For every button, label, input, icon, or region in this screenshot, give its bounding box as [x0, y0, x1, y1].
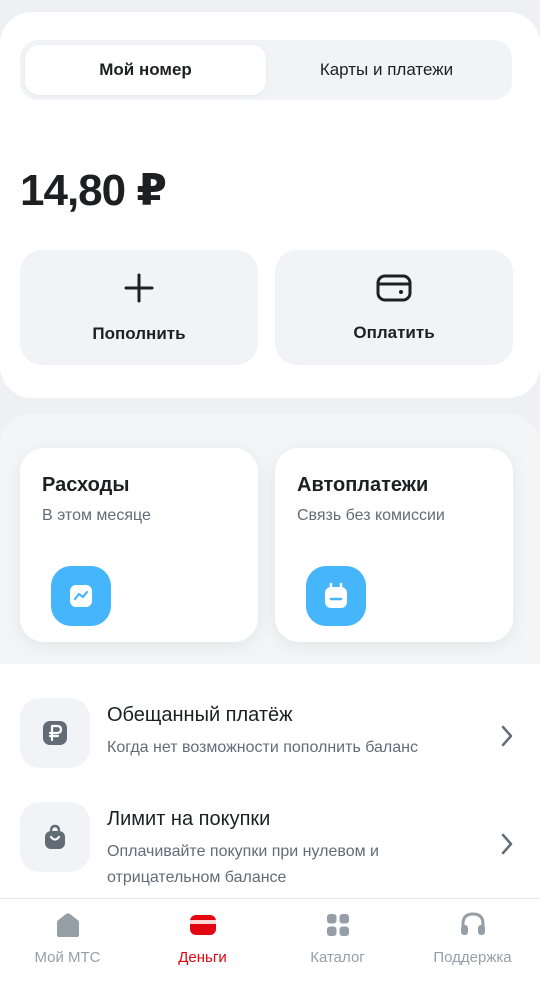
topup-label: Пополнить [92, 324, 186, 343]
grid-icon [322, 909, 354, 941]
promised-payment-text: Обещанный платёж Когда нет возможности п… [107, 698, 477, 761]
nav-label-my-mts: Мой МТС [34, 949, 101, 966]
tab-switcher: Мой номер Карты и платежи [20, 40, 512, 100]
purchase-limit-title: Лимит на покупки [107, 808, 271, 830]
plus-icon [122, 271, 156, 310]
autopay-tile[interactable]: Автоплатежи Связь без комиссии [275, 448, 513, 642]
promised-payment-row[interactable]: Обещанный платёж Когда нет возможности п… [20, 698, 520, 768]
topup-button[interactable]: Пополнить [20, 250, 258, 365]
purchase-limit-row[interactable]: Лимит на покупки Оплачивайте покупки при… [20, 802, 520, 891]
purchase-limit-subtitle: Оплачивайте покупки при нулевом и отрица… [107, 843, 379, 886]
chevron-right-icon [500, 832, 514, 861]
nav-item-catalog[interactable]: Каталог [270, 899, 405, 1000]
pay-label: Оплатить [353, 323, 435, 342]
expenses-subtitle: В этом месяце [42, 507, 151, 524]
money-screen: Мой номер Карты и платежи 14,80 ₽ Пополн… [0, 0, 540, 1000]
chart-icon [51, 566, 111, 626]
balance-amount: 14,80 ₽ [20, 166, 167, 215]
calendar-icon [306, 566, 366, 626]
autopay-subtitle: Связь без комиссии [297, 507, 445, 524]
pay-button[interactable]: Оплатить [275, 250, 513, 365]
nav-item-money[interactable]: Деньги [135, 899, 270, 1000]
expenses-title: Расходы [42, 474, 130, 496]
chevron-right-icon [500, 724, 514, 753]
nav-label-money: Деньги [178, 949, 227, 966]
ruble-icon [20, 698, 90, 768]
expenses-tile[interactable]: Расходы В этом месяце [20, 448, 258, 642]
tab-cards-payments[interactable]: Карты и платежи [266, 45, 507, 95]
purchase-limit-text: Лимит на покупки Оплачивайте покупки при… [107, 802, 477, 891]
bottom-nav: Мой МТС Деньги Каталог Поддержка [0, 898, 540, 1000]
shopping-bag-icon [20, 802, 90, 872]
balance-card: Мой номер Карты и платежи 14,80 ₽ Пополн… [0, 12, 540, 398]
promised-payment-subtitle: Когда нет возможности пополнить баланс [107, 739, 418, 756]
nav-label-support: Поддержка [433, 949, 512, 966]
headset-icon [457, 909, 489, 941]
nav-item-support[interactable]: Поддержка [405, 899, 540, 1000]
nav-item-my-mts[interactable]: Мой МТС [0, 899, 135, 1000]
wallet-icon [375, 272, 413, 309]
promised-payment-title: Обещанный платёж [107, 704, 293, 726]
nav-label-catalog: Каталог [310, 949, 365, 966]
home-icon [52, 909, 84, 941]
wallet-icon [187, 909, 219, 941]
autopay-title: Автоплатежи [297, 474, 429, 496]
tab-my-number[interactable]: Мой номер [25, 45, 266, 95]
